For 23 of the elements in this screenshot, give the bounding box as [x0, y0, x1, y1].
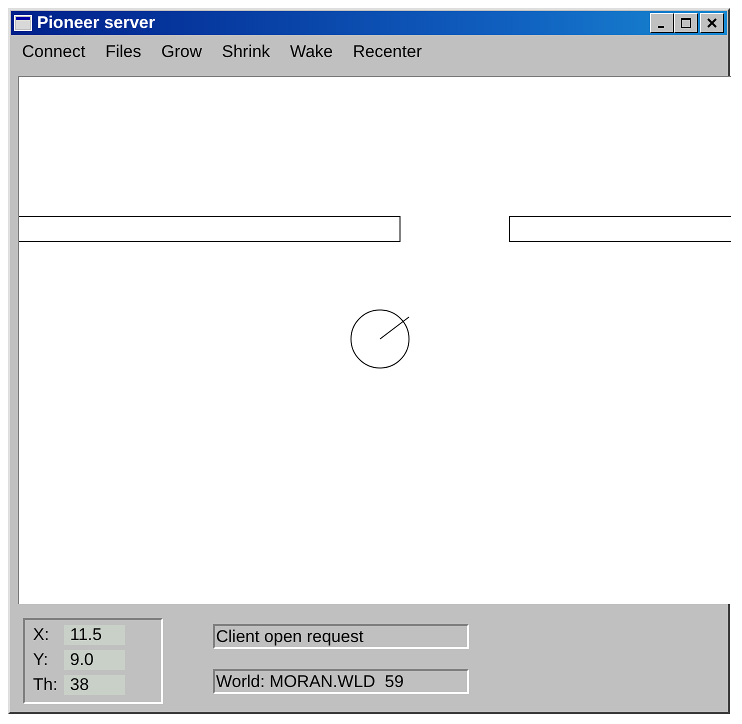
coordinate-label: X:: [33, 624, 50, 644]
status-field: World: MORAN.WLD 59: [213, 669, 469, 694]
close-button[interactable]: [700, 13, 724, 33]
maximize-button[interactable]: [674, 13, 698, 33]
menu-item[interactable]: Connect: [22, 42, 86, 66]
coordinate-value: 38: [64, 674, 125, 694]
menu-item[interactable]: Recenter: [352, 42, 422, 66]
minimize-icon: [658, 26, 664, 28]
window-icon: [14, 15, 32, 31]
status-field: Client open request: [213, 624, 469, 649]
coordinate-value: 9.0: [64, 650, 125, 670]
menu-item[interactable]: Grow: [161, 42, 202, 66]
close-icon: [707, 18, 717, 28]
menu-item[interactable]: Files: [105, 42, 142, 66]
menu-item[interactable]: Wake: [290, 42, 333, 66]
window-title: Pioneer server: [37, 13, 156, 33]
maximize-icon: [681, 18, 691, 28]
minimize-button[interactable]: [650, 13, 674, 33]
coordinate-label: Y:: [33, 650, 50, 670]
menu-item[interactable]: Shrink: [222, 42, 270, 66]
coordinate-value: 11.5: [64, 624, 125, 644]
robot-drawing: [350, 310, 410, 368]
coordinate-label: Th:: [33, 674, 59, 694]
